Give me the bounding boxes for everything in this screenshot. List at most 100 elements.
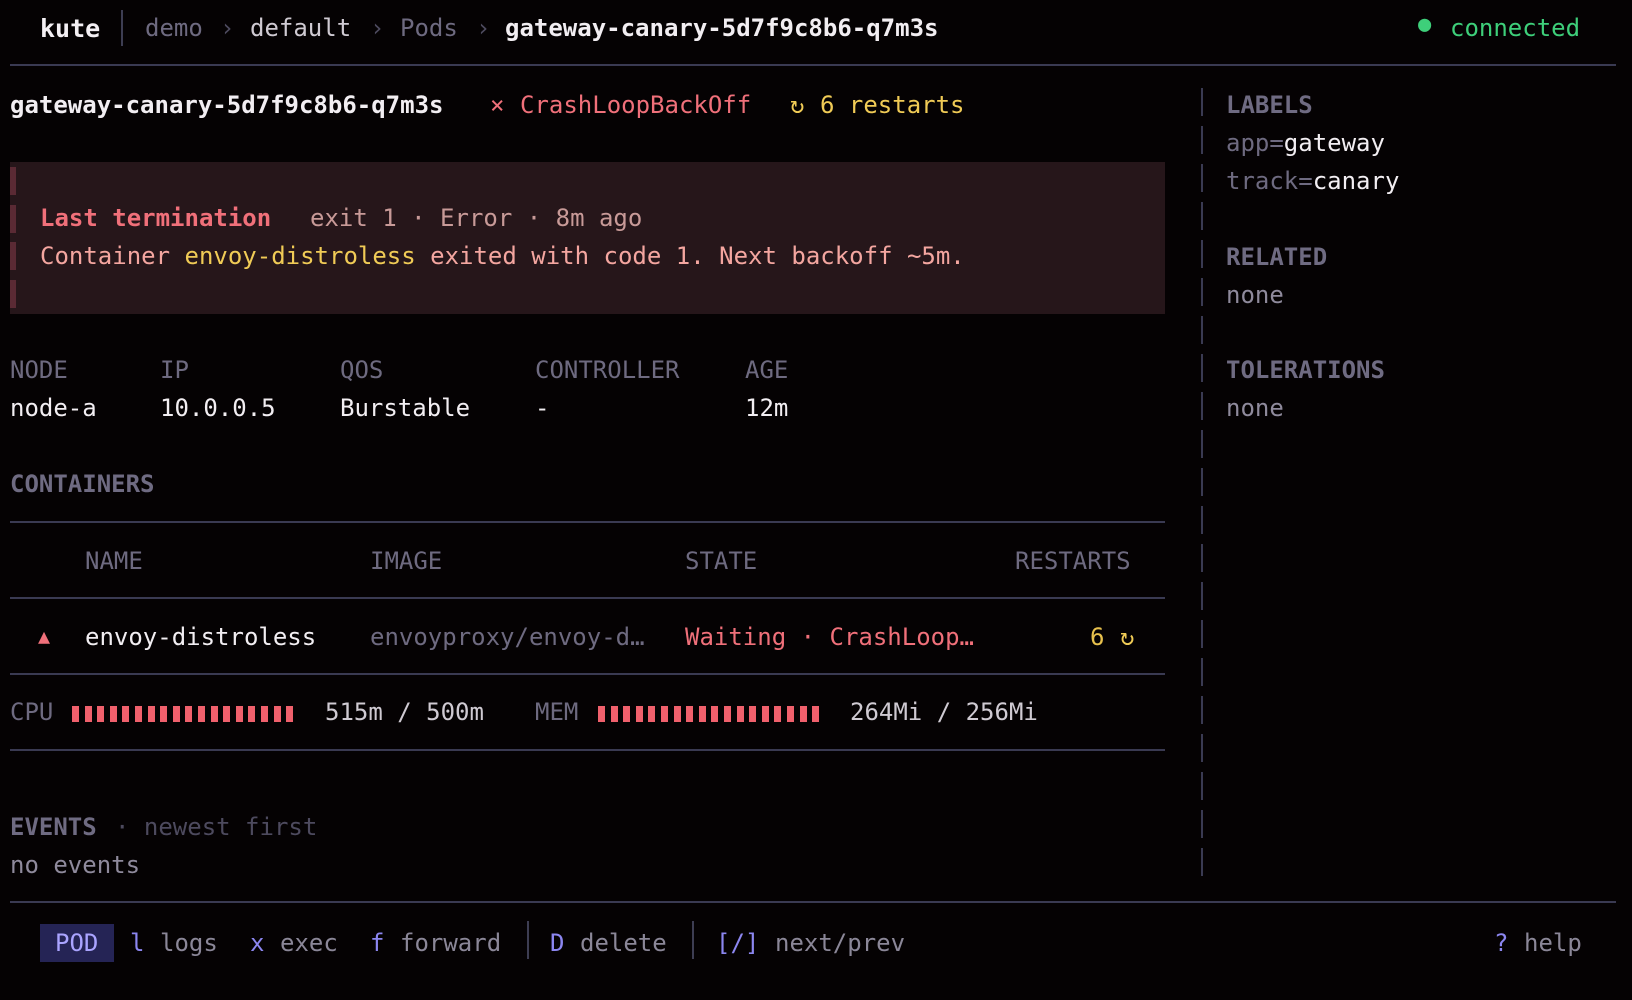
sidebar-divider-segment — [1201, 620, 1203, 648]
breadcrumb-context[interactable]: demo — [145, 16, 203, 40]
key-label-logs: logs — [160, 929, 218, 957]
pod-restarts: 6 restarts — [820, 91, 965, 119]
meter-segment — [235, 706, 243, 722]
container-image: envoyproxy/envoy-d… — [370, 623, 645, 651]
meter-segment — [248, 706, 256, 722]
breadcrumb-current-pod: gateway-canary-5d7f9c8b6-q7m3s — [505, 14, 939, 42]
error-x-icon: × — [490, 91, 505, 119]
info-header-node: NODE — [10, 356, 68, 384]
col-header-state: STATE — [685, 547, 758, 575]
meter-segment — [260, 706, 268, 722]
sidebar-divider-segment — [1201, 202, 1203, 230]
pod-name: gateway-canary-5d7f9c8b6-q7m3s — [10, 91, 444, 119]
table-divider — [10, 749, 1165, 751]
containers-title: CONTAINERS — [10, 470, 155, 498]
meter-segment — [134, 706, 142, 722]
app-brand: kute — [40, 14, 101, 43]
breadcrumb-separator-icon: › — [476, 14, 491, 42]
meter-segment — [812, 706, 820, 722]
meter-segment — [160, 706, 168, 722]
last-termination-panel — [10, 162, 1165, 314]
meter-segment — [786, 706, 794, 722]
header-divider — [121, 10, 123, 46]
message-container-name: envoy-distroless — [184, 242, 416, 270]
table-divider — [10, 673, 1165, 675]
meter-segment — [197, 706, 205, 722]
label-item: app=gateway — [1226, 131, 1385, 155]
container-state: Waiting · CrashLoop… — [685, 623, 974, 651]
meter-segment — [172, 706, 180, 722]
sidebar-divider-segment — [1201, 278, 1203, 306]
panel-edge — [10, 280, 16, 308]
footer-divider-line — [10, 901, 1616, 903]
meter-segment — [698, 706, 706, 722]
meter-segment — [97, 706, 105, 722]
meter-segment — [648, 706, 656, 722]
meter-segment — [686, 706, 694, 722]
header-divider-line — [10, 64, 1616, 66]
sidebar-divider-segment — [1201, 240, 1203, 268]
sidebar-divider-segment — [1201, 88, 1203, 116]
sidebar-divider-segment — [1201, 810, 1203, 838]
restart-icon: ↻ — [790, 91, 805, 119]
message-prefix: Container — [40, 242, 185, 270]
meter-segment — [286, 706, 294, 722]
related-title: RELATED — [1226, 243, 1328, 271]
events-empty: no events — [10, 851, 141, 879]
sidebar-divider-segment — [1201, 544, 1203, 572]
key-D: D — [550, 929, 565, 957]
meter-segment — [223, 706, 231, 722]
info-header-age: AGE — [745, 356, 789, 384]
sidebar-divider-segment — [1201, 772, 1203, 800]
container-restarts: 6 — [1090, 623, 1105, 651]
breadcrumb-separator-icon: › — [220, 14, 235, 42]
label-value: gateway — [1283, 129, 1385, 157]
key-brackets: [/] — [716, 929, 760, 957]
info-ip: 10.0.0.5 — [160, 394, 276, 422]
message-suffix: exited with code 1. Next backoff ~5m. — [415, 242, 965, 270]
meter-segment — [623, 706, 631, 722]
label-item: track=canary — [1226, 169, 1399, 193]
key-label-next-prev: next/prev — [775, 929, 906, 957]
meter-segment — [799, 706, 807, 722]
breadcrumb-resource[interactable]: Pods — [400, 16, 458, 40]
panel-edge — [10, 205, 16, 233]
mem-usage-meter — [598, 706, 825, 722]
info-node: node-a — [10, 394, 97, 422]
status-dot-icon: ● — [1418, 12, 1432, 37]
meter-segment — [185, 706, 193, 722]
meter-segment — [84, 706, 92, 722]
meter-segment — [610, 706, 618, 722]
meter-segment — [635, 706, 643, 722]
footer-separator — [692, 921, 694, 959]
key-x: x — [250, 929, 265, 957]
table-divider — [10, 521, 1165, 523]
meter-segment — [761, 706, 769, 722]
events-title: EVENTS — [10, 813, 97, 841]
info-header-controller: CONTROLLER — [535, 356, 680, 384]
meter-segment — [273, 706, 281, 722]
label-value: canary — [1312, 167, 1400, 195]
events-subtitle: · newest first — [115, 813, 318, 841]
labels-title: LABELS — [1226, 91, 1313, 119]
meter-segment — [736, 706, 744, 722]
key-label-help: help — [1524, 929, 1582, 957]
sidebar-divider-segment — [1201, 582, 1203, 610]
breadcrumb-separator-icon: › — [370, 14, 385, 42]
panel-edge — [10, 242, 16, 270]
info-controller: - — [535, 394, 550, 422]
sidebar-divider-segment — [1201, 696, 1203, 724]
sidebar-divider-segment — [1201, 164, 1203, 192]
info-qos: Burstable — [340, 394, 471, 422]
meter-segment — [598, 706, 605, 722]
meter-segment — [109, 706, 117, 722]
meter-segment — [711, 706, 719, 722]
mem-label: MEM — [535, 698, 579, 726]
panel-edge — [10, 167, 16, 195]
termination-message: Container envoy-distroless exited with c… — [40, 244, 965, 268]
termination-meta: exit 1 · Error · 8m ago — [310, 204, 643, 232]
breadcrumb-namespace[interactable]: default — [250, 16, 351, 40]
col-header-restarts: RESTARTS — [1015, 547, 1131, 575]
info-header-ip: IP — [160, 356, 189, 384]
key-f: f — [370, 929, 385, 957]
